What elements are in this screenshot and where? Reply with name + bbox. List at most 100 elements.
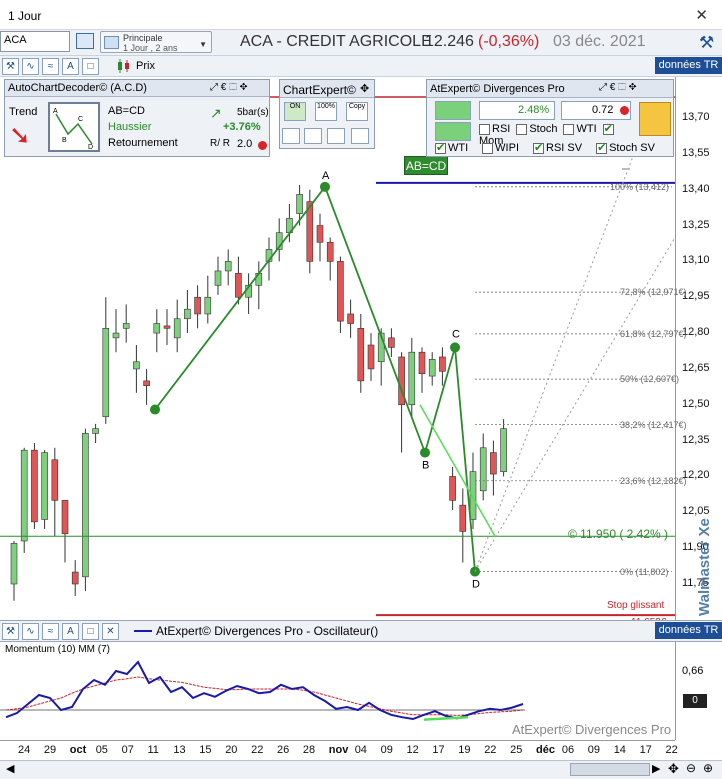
time-tick: 11 [147,744,159,756]
pattern-point-label: D [472,579,480,591]
period-selector[interactable]: Principale 1 Jour , 2 ans ▼ [100,31,212,53]
tools-icon[interactable]: ⚒ [2,623,19,640]
pattern-point [320,181,330,192]
candle-up [214,270,222,286]
annotate-icon[interactable]: A [62,58,79,75]
zoom-out-icon[interactable]: ⊖ [686,761,696,775]
divergence-controls-icon[interactable]: ⤢ € ⬚ ✥ [599,82,637,93]
oscillator-zero-tag: 0 [683,694,707,708]
fib-label: 0% (11,802) [620,566,669,577]
thumb-point-c: C [78,116,83,123]
checkbox-wti[interactable]: WTI [563,123,597,135]
acd-controls-icon[interactable]: ⤢ € ⬚ ✥ [210,82,248,93]
pattern-tag[interactable]: AB=CD [404,156,448,175]
price-tick: 12,35 [682,433,710,446]
indicator-icon[interactable]: ∿ [22,58,39,75]
checkbox-stoch[interactable]: Stoch [516,123,557,135]
window-icon[interactable]: □ [82,623,99,640]
checkbox-box[interactable] [479,123,490,135]
zigzag-icon[interactable] [304,128,322,144]
candle-up [153,323,161,334]
bell-icon[interactable] [639,102,671,136]
annotate-icon[interactable]: A [62,623,79,640]
candle-up [408,351,416,406]
color-icon[interactable] [327,128,345,144]
checkbox-label: Stoch SV [609,142,655,154]
divergence-toggle-2[interactable] [435,122,471,141]
rr-label: R/ R [210,138,230,149]
period-range: 1 Jour , 2 ans [123,43,178,53]
time-tick: 19 [458,744,471,756]
divergence-toggle-1[interactable] [435,101,471,120]
price-tick: 13,10 [682,254,710,267]
checkbox-box[interactable] [435,141,446,154]
zoom-in-icon[interactable]: ⊕ [703,761,713,775]
move-icon[interactable]: ✥ [360,82,369,95]
on-button[interactable]: ON [284,102,306,121]
oscillator-title: AtExpert© Divergences Pro - Oscillateur(… [156,624,379,638]
time-tick: 09 [587,744,601,756]
instrument-date: 03 déc. 2021 [553,33,646,50]
checkbox-box[interactable] [596,141,608,154]
fib-label: 72,8% (12,971€) [620,287,687,298]
info-icon[interactable] [351,128,369,144]
trend-label: Trend [9,106,38,118]
indicator-icon[interactable]: ∿ [22,623,39,640]
price-tick: 13,70 [682,111,710,123]
move-icon[interactable]: ✥ [668,761,679,777]
data-source-badge[interactable]: données TR [655,57,722,74]
checkbox-rsi-sv[interactable]: RSI SV [533,141,582,154]
data-source-badge[interactable]: données TR [655,622,722,639]
candle-icon[interactable] [116,59,132,73]
candle-down [194,296,201,315]
candle-up [428,359,436,377]
divergence-title: AtExpert© Divergences Pro [430,83,565,95]
divergence-panel[interactable]: AtExpert© Divergences Pro ⤢ € ⬚ ✥ 2.48% … [426,79,674,157]
checkbox-wipi[interactable]: WIPI [482,142,519,154]
wrench-icon[interactable]: ⚒ [699,33,714,53]
candle-up [469,471,477,520]
price-series-label[interactable]: Prix [136,60,155,72]
pattern-point [150,404,160,415]
fib-label: 38,2% (12,417€) [620,419,687,430]
scroll-thumb[interactable] [570,763,650,776]
chartexpert-panel[interactable]: ChartExpert© ✥ ON 100% Copy [279,79,375,149]
scroll-right-icon[interactable]: ▶ [652,762,660,775]
time-tick: 28 [302,744,316,756]
overlay-icon[interactable]: ≈ [42,58,59,75]
close-icon[interactable]: ✕ [102,623,119,640]
checkbox-box[interactable] [563,123,575,135]
symbol-input[interactable]: ACA [0,31,70,52]
candle-up [122,323,130,329]
time-tick: 15 [199,744,212,756]
candle-down [61,500,69,535]
checkbox-box[interactable] [533,141,545,154]
checkbox-box[interactable] [516,123,528,135]
scroll-left-icon[interactable]: ◀ [6,762,14,775]
pattern-bars: 5bar(s) [237,107,269,118]
copy-button[interactable]: Copy [346,102,368,121]
acd-panel[interactable]: AutoChartDecoder© (A.C.D) ⤢ € ⬚ ✥ Trend … [4,79,270,157]
candle-down [357,327,365,382]
time-tick: 22 [665,744,678,756]
time-tick: 29 [43,744,57,756]
candle-down [388,337,395,348]
checkbox-rsi[interactable]: RSI [479,123,510,135]
series-line-icon [134,630,152,632]
window-icon[interactable]: □ [82,58,99,75]
book-icon[interactable] [76,33,94,49]
oscillator-tick: 0,66 [682,665,704,677]
checkbox-stoch-sv[interactable]: Stoch SV [596,141,655,154]
overlay-icon[interactable]: ≈ [42,623,59,640]
pattern-thumbnail[interactable]: A B C D [48,102,100,152]
settings-icon[interactable] [282,128,300,144]
percent-button[interactable]: 100% [315,102,337,121]
close-icon[interactable]: ✕ [695,6,708,24]
checkbox-wti[interactable]: WTI [435,141,468,154]
status-dot [620,106,629,115]
oscillator-axis[interactable] [675,642,722,740]
price-tick: 12,65 [682,361,710,374]
checkbox-box[interactable] [482,142,494,154]
tools-icon[interactable]: ⚒ [2,58,19,75]
checkbox-box[interactable] [602,122,614,135]
